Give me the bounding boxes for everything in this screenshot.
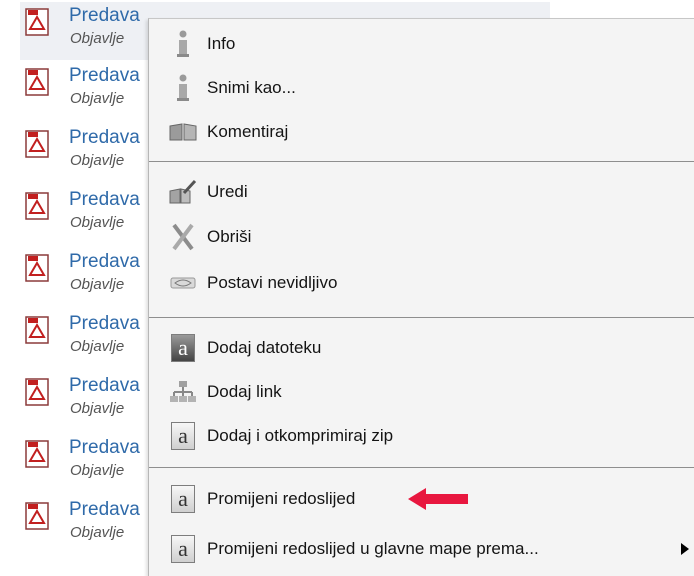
- pdf-file-icon: [25, 254, 49, 282]
- info-icon: [168, 28, 198, 60]
- file-meta: Objavlje: [70, 214, 125, 231]
- file-meta: Objavlje: [70, 462, 125, 479]
- pdf-file-icon: [25, 68, 49, 96]
- link-icon: [168, 376, 198, 408]
- menu-item-change-order-main-folders[interactable]: a Promijeni redoslijed u glavne mape pre…: [149, 528, 694, 570]
- file-meta: Objavlje: [70, 30, 125, 47]
- menu-item-add-unzip[interactable]: a Dodaj i otkomprimiraj zip: [149, 415, 694, 457]
- letter-a-icon: a: [168, 332, 198, 364]
- menu-item-add-link[interactable]: Dodaj link: [149, 371, 694, 413]
- menu-item-label: Komentiraj: [207, 122, 289, 141]
- pdf-file-icon: [25, 192, 49, 220]
- menu-item-label: Uredi: [207, 182, 248, 201]
- file-meta: Objavlje: [70, 276, 125, 293]
- file-meta: Objavlje: [70, 524, 125, 541]
- pdf-file-icon: [25, 130, 49, 158]
- file-meta: Objavlje: [70, 152, 125, 169]
- menu-item-label: Promijeni redoslijed: [207, 489, 356, 508]
- file-meta: Objavlje: [70, 90, 125, 107]
- file-name-link[interactable]: Predava: [69, 375, 140, 397]
- file-name-link[interactable]: Predava: [69, 499, 140, 521]
- pdf-file-icon: [25, 440, 49, 468]
- file-name-link[interactable]: Predava: [69, 65, 140, 87]
- menu-item-info[interactable]: Info: [149, 23, 694, 65]
- menu-item-label: Info: [207, 34, 236, 53]
- letter-a-icon: a: [168, 483, 198, 515]
- menu-item-comment[interactable]: Komentiraj: [149, 111, 694, 153]
- file-name-link[interactable]: Predava: [69, 189, 140, 211]
- file-name-link[interactable]: Predava: [69, 5, 140, 27]
- menu-item-edit[interactable]: Uredi: [149, 171, 694, 213]
- hidden-icon: [168, 267, 198, 299]
- file-meta: Objavlje: [70, 338, 125, 355]
- pdf-file-icon: [25, 502, 49, 530]
- file-name-link[interactable]: Predava: [69, 313, 140, 335]
- menu-item-label: Dodaj link: [207, 382, 282, 401]
- menu-item-delete[interactable]: Obriši: [149, 216, 694, 258]
- menu-item-save-as[interactable]: Snimi kao...: [149, 67, 694, 109]
- edit-icon: [168, 176, 198, 208]
- file-meta: Objavlje: [70, 400, 125, 417]
- menu-separator: [149, 161, 694, 162]
- menu-separator: [149, 467, 694, 468]
- delete-icon: [168, 221, 198, 253]
- menu-item-set-invisible[interactable]: Postavi nevidljivo: [149, 262, 694, 304]
- annotation-arrow-icon: [408, 488, 468, 510]
- info-icon: [168, 72, 198, 104]
- letter-a-icon: a: [168, 533, 198, 565]
- pdf-file-icon: [25, 378, 49, 406]
- menu-item-label: Dodaj datoteku: [207, 338, 322, 357]
- pdf-file-icon: [25, 316, 49, 344]
- menu-item-label: Obriši: [207, 227, 252, 246]
- submenu-arrow-icon: [681, 543, 689, 555]
- file-name-link[interactable]: Predava: [69, 127, 140, 149]
- menu-item-label: Dodaj i otkomprimiraj zip: [207, 426, 394, 445]
- letter-a-icon: a: [168, 420, 198, 452]
- menu-item-label: Postavi nevidljivo: [207, 273, 338, 292]
- file-name-link[interactable]: Predava: [69, 251, 140, 273]
- menu-separator: [149, 317, 694, 318]
- pdf-file-icon: [25, 8, 49, 36]
- book-icon: [168, 116, 198, 148]
- file-name-link[interactable]: Predava: [69, 437, 140, 459]
- menu-item-label: Promijeni redoslijed u glavne mape prema…: [207, 539, 539, 558]
- menu-item-label: Snimi kao...: [207, 78, 296, 97]
- menu-item-add-file[interactable]: a Dodaj datoteku: [149, 327, 694, 369]
